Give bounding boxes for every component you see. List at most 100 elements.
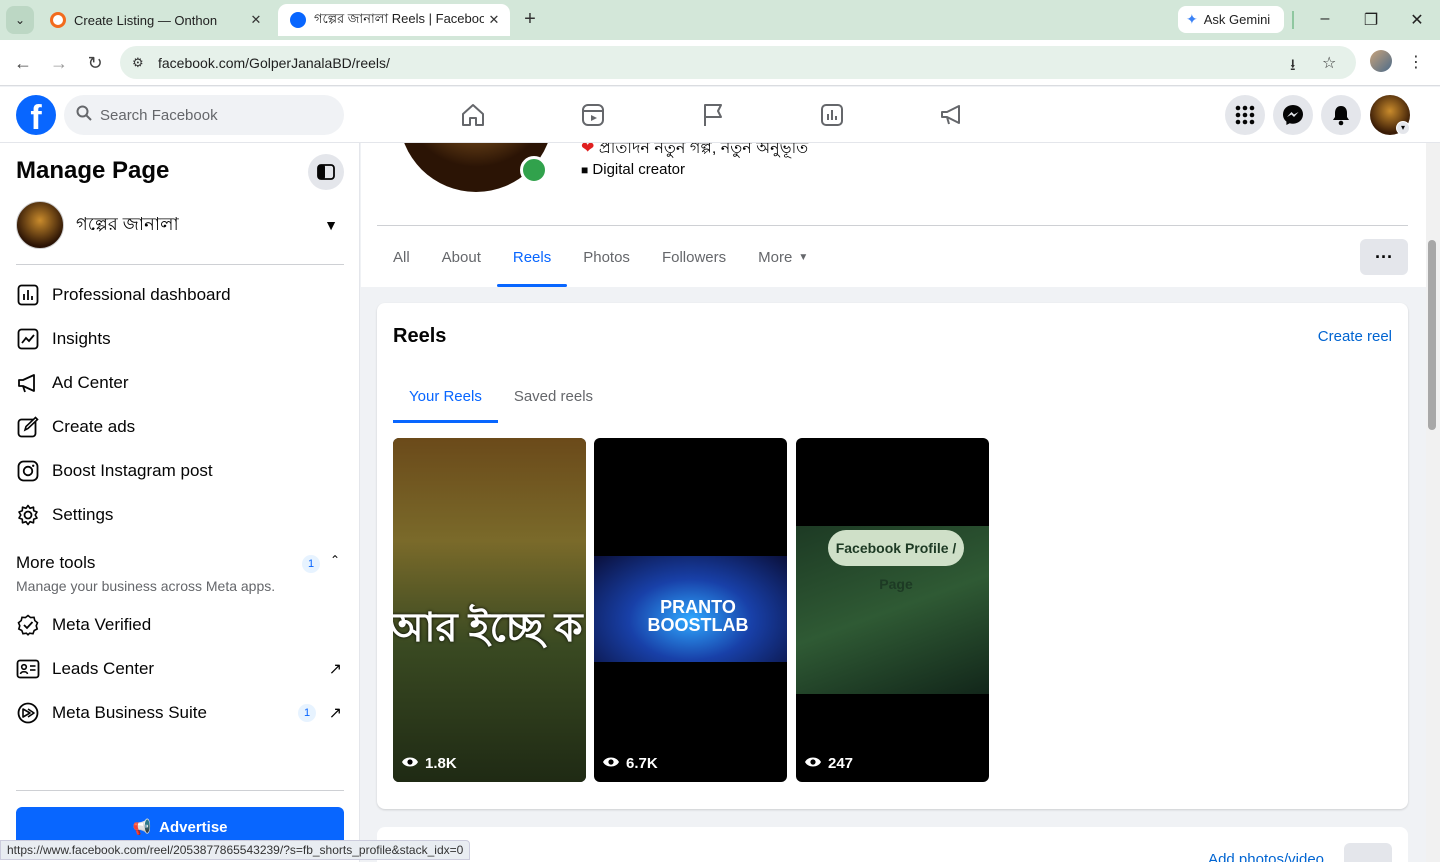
sidebar-item-settings[interactable]: Settings: [16, 495, 344, 535]
online-status-dot: [520, 156, 548, 184]
category-text: Digital creator: [592, 161, 685, 178]
add-photos-link[interactable]: Add photos/video: [1208, 851, 1324, 862]
photos-more-options-button[interactable]: [1344, 843, 1392, 862]
bookmark-star-icon[interactable]: ☆: [1322, 53, 1336, 73]
browser-tab-onthon[interactable]: Create Listing — Onthon ✕: [38, 4, 272, 36]
minimize-icon[interactable]: –: [1310, 10, 1340, 28]
eye-icon: [804, 755, 822, 772]
pencil-icon: [16, 415, 40, 439]
link-status-bar: https://www.facebook.com/reel/2053877865…: [0, 840, 471, 860]
tab-all[interactable]: All: [377, 227, 426, 287]
browser-menu-icon[interactable]: ⋮: [1408, 52, 1424, 72]
browser-tab-facebook[interactable]: গল্পের জানালা Reels | Facebook ✕: [278, 4, 510, 36]
reload-icon[interactable]: ↻: [83, 52, 107, 74]
reel-views: 6.7K: [602, 755, 658, 772]
profile-bio: ❤ প্রতিদিন নতুন গল্প, নতুন অনুভূতি: [581, 143, 808, 162]
home-icon[interactable]: [459, 101, 487, 129]
forward-icon[interactable]: →: [47, 52, 71, 74]
caret-down-icon: ▼: [798, 251, 809, 263]
video-icon[interactable]: [579, 101, 607, 129]
facebook-header: f ▾: [0, 87, 1440, 143]
dashboard-icon: [16, 283, 40, 307]
flag-icon[interactable]: [699, 101, 727, 129]
sidebar-title: Manage Page: [16, 157, 170, 184]
chevron-up-icon[interactable]: ⌃: [330, 553, 340, 567]
tab-photos[interactable]: Photos: [567, 227, 646, 287]
close-tab-icon[interactable]: ✕: [484, 12, 504, 28]
tab-more[interactable]: More ▼: [742, 227, 824, 287]
back-icon[interactable]: ←: [11, 52, 35, 74]
photos-card: Add photos/video: [377, 827, 1408, 862]
sidebar-item-insights[interactable]: Insights: [16, 319, 344, 359]
sidebar-item-ad-center[interactable]: Ad Center: [16, 363, 344, 403]
more-tools-section[interactable]: More tools Manage your business across M…: [16, 553, 344, 594]
facebook-logo-icon[interactable]: f: [16, 95, 56, 135]
views-count: 247: [828, 755, 854, 772]
messenger-icon[interactable]: [1273, 95, 1313, 135]
account-chevron-down-icon[interactable]: ▾: [1396, 121, 1410, 135]
reels-card: Reels Create reel Your Reels Saved reels…: [377, 303, 1408, 809]
sidebar-item-label: Leads Center: [52, 659, 155, 678]
collapse-sidebar-icon[interactable]: [308, 154, 344, 190]
sidebar-divider: [16, 790, 344, 791]
reel-thumbnail[interactable]: Facebook Profile / Page 247: [796, 438, 989, 782]
tab-about[interactable]: About: [426, 227, 497, 287]
more-tools-title: More tools: [16, 553, 96, 572]
meta-business-badge: 1: [298, 704, 316, 722]
manage-page-sidebar: Manage Page গল্পের জানালা ▼ Professional…: [0, 143, 360, 862]
tab-your-reels[interactable]: Your Reels: [393, 369, 498, 423]
page-avatar: [16, 201, 64, 249]
scrollbar-thumb[interactable]: [1428, 240, 1436, 430]
insights-icon[interactable]: [818, 101, 846, 129]
facebook-search[interactable]: [64, 95, 344, 135]
tab-saved-reels[interactable]: Saved reels: [498, 369, 609, 423]
megaphone-icon[interactable]: [938, 101, 966, 129]
menu-grid-icon[interactable]: [1225, 95, 1265, 135]
page-switcher[interactable]: গল্পের জানালা ▼: [16, 201, 344, 249]
sidebar-item-boost-instagram[interactable]: Boost Instagram post: [16, 451, 344, 491]
create-reel-link[interactable]: Create reel: [1318, 328, 1392, 345]
sidebar-item-professional-dashboard[interactable]: Professional dashboard: [16, 275, 344, 315]
onthon-favicon-icon: [50, 12, 66, 28]
reel-thumbnail[interactable]: PRANTO BOOSTLAB 6.7K: [594, 438, 787, 782]
restore-icon[interactable]: ❐: [1356, 10, 1386, 30]
profile-more-options-button[interactable]: ···: [1360, 239, 1408, 275]
sidebar-item-meta-business-suite[interactable]: Meta Business Suite 1 ↗: [16, 693, 344, 733]
tab-label: All: [393, 248, 410, 266]
tab-search-chevron-icon[interactable]: ⌄: [6, 6, 34, 34]
gemini-sparkle-icon: ✦: [1186, 11, 1198, 27]
caret-down-icon[interactable]: ▼: [324, 217, 338, 233]
sidebar-item-label: Boost Instagram post: [52, 461, 213, 480]
profile-header: ❤ প্রতিদিন নতুন গল্প, নতুন অনুভূতি ■ Dig…: [361, 143, 1426, 287]
close-window-icon[interactable]: ✕: [1402, 10, 1432, 30]
tabbar-divider: [1292, 11, 1294, 29]
sidebar-item-meta-verified[interactable]: Meta Verified: [16, 605, 344, 645]
install-app-icon[interactable]: ⭳: [1290, 54, 1296, 81]
ask-gemini-button[interactable]: ✦ Ask Gemini: [1178, 6, 1284, 33]
sidebar-item-leads-center[interactable]: Leads Center ↗: [16, 649, 344, 689]
site-info-icon[interactable]: ⚙: [132, 55, 150, 71]
verified-icon: [16, 613, 40, 637]
reel-views: 247: [804, 755, 853, 772]
close-tab-icon[interactable]: ✕: [246, 12, 266, 28]
search-input[interactable]: [100, 106, 320, 124]
eye-icon: [401, 755, 419, 772]
tab-title: Create Listing — Onthon: [74, 12, 218, 28]
reels-heading: Reels: [393, 325, 447, 347]
reel-caption: আর ইচ্ছে ক: [393, 606, 583, 650]
sidebar-item-create-ads[interactable]: Create ads: [16, 407, 344, 447]
address-toolbar: ← → ↻ ⚙ facebook.com/GolperJanalaBD/reel…: [0, 40, 1440, 86]
reel-thumbnail[interactable]: আর ইচ্ছে ক 1.8K: [393, 438, 586, 782]
briefcase-icon: ■: [581, 163, 589, 177]
browser-profile-avatar[interactable]: [1370, 50, 1392, 72]
heart-icon: ❤: [581, 143, 595, 157]
notifications-icon[interactable]: [1321, 95, 1361, 135]
new-tab-button[interactable]: +: [518, 8, 542, 32]
url-omnibox[interactable]: ⚙ facebook.com/GolperJanalaBD/reels/: [120, 46, 1356, 79]
megaphone-icon: [16, 371, 40, 395]
external-link-icon: ↗: [328, 705, 342, 722]
megaphone-icon: 📢: [132, 819, 152, 836]
tab-followers[interactable]: Followers: [646, 227, 742, 287]
profile-tabs: All About Reels Photos Followers More ▼: [377, 227, 824, 287]
tab-reels[interactable]: Reels: [496, 227, 568, 287]
